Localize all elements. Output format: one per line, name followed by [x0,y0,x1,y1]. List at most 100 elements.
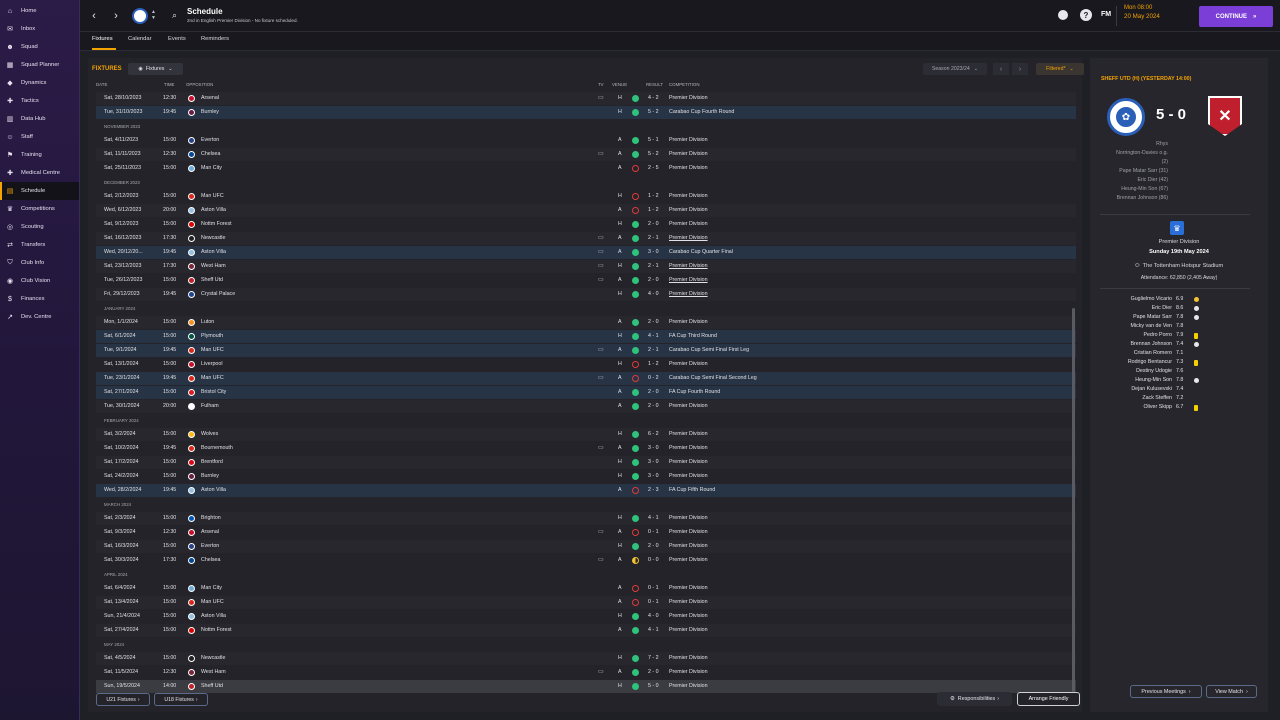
score[interactable]: 0 - 2 [648,375,659,381]
competition-name[interactable]: Carabao Cup Semi Final First Leg [669,347,749,353]
search-icon[interactable]: ⌕ [172,10,177,21]
rating-row[interactable]: Heung-Min Son 7.8 [1090,377,1268,386]
competition-name[interactable]: Carabao Cup Semi Final Second Leg [669,375,757,381]
col-tv[interactable]: TV [598,82,604,87]
score[interactable]: 4 - 2 [648,95,659,101]
table-row[interactable]: Sat, 27/4/2024 15:00 Nottm Forest A 4 - 1 Pre… [96,624,1076,637]
opposition-name[interactable]: Fulham [201,403,219,409]
table-row[interactable]: Sat, 23/12/2023 17:30 West Ham ▭ H 2 - 1 Premi… [96,260,1076,273]
competition-name[interactable]: Premier Division [669,431,708,437]
rating-row[interactable]: Micky van de Ven 7.8 [1090,323,1268,332]
table-row[interactable]: Sat, 11/11/2023 12:30 Chelsea ▭ A 5 - 2 Premie… [96,148,1076,161]
opposition-name[interactable]: Newcastle [201,235,225,241]
table-row[interactable]: Sat, 16/12/2023 17:30 Newcastle ▭ A 2 - 1 Prem… [96,232,1076,245]
table-row[interactable]: Sat, 13/1/2024 15:00 Liverpool H 1 - 2 Premie… [96,358,1076,371]
competition-name[interactable]: Premier Division [669,193,708,199]
club-badge-icon[interactable] [188,669,195,676]
opposition-name[interactable]: Plymouth [201,333,223,339]
opposition-name[interactable]: Chelsea [201,557,220,563]
score[interactable]: 0 - 1 [648,599,659,605]
table-row[interactable]: Sat, 4/5/2024 15:00 Newcastle H 7 - 2 Premier… [96,652,1076,665]
sidebar-item-club-info[interactable]: ⛉ Club Info [0,254,79,272]
responsibilities-button[interactable]: ⚙ Responsibilities › [937,692,1012,706]
table-row[interactable]: Sat, 6/4/2024 15:00 Man City A 0 - 1 Premier … [96,582,1076,595]
rating-row[interactable]: Guglielmo Vicario 6.9 [1090,296,1268,305]
col-opposition[interactable]: OPPOSITION [186,82,213,87]
opposition-name[interactable]: Aston Villa [201,249,226,255]
away-crest-icon[interactable]: ✕ [1208,96,1242,136]
club-badge-icon[interactable] [188,683,195,690]
score[interactable]: 0 - 1 [648,529,659,535]
score[interactable]: 7 - 2 [648,655,659,661]
table-row[interactable]: Wed, 6/12/2023 20:00 Aston Villa A 1 - 2 Prem… [96,204,1076,217]
competition-name[interactable]: Premier Division [669,655,708,661]
club-badge-icon[interactable] [188,193,195,200]
competition-name[interactable]: Premier Division [669,669,708,675]
competition-name[interactable]: Premier Division [669,515,708,521]
score[interactable]: 2 - 1 [648,347,659,353]
competition-name[interactable]: Premier Division [669,683,708,689]
score[interactable]: 3 - 0 [648,445,659,451]
club-switch-chevron-icon[interactable]: ▲ ▼ [151,9,156,21]
score[interactable]: 1 - 2 [648,361,659,367]
sidebar-item-tactics[interactable]: ✚ Tactics [0,92,79,110]
trophy-icon[interactable] [1058,10,1068,20]
score[interactable]: 2 - 5 [648,165,659,171]
table-row[interactable]: Fri, 29/12/2023 19:45 Crystal Palace H 4 - 0… [96,288,1076,301]
u18-fixtures-button[interactable]: U18 Fixtures › [154,693,208,706]
competition-name[interactable]: Premier Division [669,277,708,283]
competition-name[interactable]: Premier Division [669,151,708,157]
opposition-name[interactable]: Man UFC [201,599,224,605]
score[interactable]: 0 - 0 [648,557,659,563]
opposition-name[interactable]: Man UFC [201,375,224,381]
competition-name[interactable]: Premier Division [669,459,708,465]
competition-name[interactable]: Premier Division [669,403,708,409]
score[interactable]: 3 - 0 [648,473,659,479]
club-badge-icon[interactable] [188,249,195,256]
forward-arrow-icon[interactable]: › [108,8,124,24]
opposition-name[interactable]: Everton [201,543,219,549]
rating-row[interactable]: Cristian Romero 7.1 [1090,350,1268,359]
table-row[interactable]: Sat, 30/3/2024 17:30 Chelsea ▭ A 0 - 0 Premier… [96,554,1076,567]
table-row[interactable]: Wed, 20/12/20... 19:45 Aston Villa ▭ A 3 - 0 C… [96,246,1076,259]
score[interactable]: 1 - 2 [648,193,659,199]
competition-name[interactable]: Premier Division [669,165,708,171]
club-badge-icon[interactable] [188,613,195,620]
opposition-name[interactable]: Luton [201,319,214,325]
table-row[interactable]: Sat, 2/3/2024 15:00 Brighton H 4 - 1 Premier … [96,512,1076,525]
table-row[interactable]: Sat, 16/3/2024 15:00 Everton H 2 - 0 Premier … [96,540,1076,553]
competition-name[interactable]: Premier Division [669,473,708,479]
score[interactable]: 2 - 0 [648,277,659,283]
sidebar-item-finances[interactable]: $ Finances [0,290,79,308]
col-venue[interactable]: VENUE [612,82,627,87]
continue-button[interactable]: CONTINUE » [1199,6,1273,27]
sidebar-item-medical-centre[interactable]: ✚ Medical Centre [0,164,79,182]
club-badge-icon[interactable] [188,109,195,116]
rating-row[interactable]: Rodrigo Bentancur 7.3 [1090,359,1268,368]
sidebar-item-staff[interactable]: ☺ Staff [0,128,79,146]
club-badge-icon[interactable] [188,543,195,550]
table-row[interactable]: Sat, 13/4/2024 15:00 Man UFC A 0 - 1 Premier … [96,596,1076,609]
arrange-friendly-button[interactable]: Arrange Friendly [1017,692,1080,706]
opposition-name[interactable]: Nottm Forest [201,221,232,227]
table-row[interactable]: Sat, 9/3/2024 12:30 Arsenal ▭ A 0 - 1 Premier … [96,526,1076,539]
sidebar-item-competitions[interactable]: ♛ Competitions [0,200,79,218]
rating-row[interactable]: Pedro Porro 7.9 [1090,332,1268,341]
table-row[interactable]: Sun, 19/5/2024 14:00 Sheff Utd H 5 - 0 Premie… [96,680,1076,693]
col-date[interactable]: DATE [96,82,107,87]
club-badge-icon[interactable] [188,403,195,410]
competition-name[interactable]: Carabao Cup Fourth Round [669,109,734,115]
competition-name[interactable]: Premier Division [669,291,708,297]
table-row[interactable]: Wed, 28/2/2024 19:45 Aston Villa A 2 - 3 FA C… [96,484,1076,497]
opposition-name[interactable]: Wolves [201,431,218,437]
table-row[interactable]: Sat, 24/2/2024 15:00 Burnley H 3 - 0 Premier … [96,470,1076,483]
rating-row[interactable]: Destiny Udogie 7.6 [1090,368,1268,377]
score[interactable]: 4 - 1 [648,627,659,633]
tab-reminders[interactable]: Reminders [201,36,229,42]
table-row[interactable]: Sat, 9/12/2023 15:00 Nottm Forest H 2 - 0 Pre… [96,218,1076,231]
table-row[interactable]: Sun, 21/4/2024 15:00 Aston Villa H 4 - 0 Prem… [96,610,1076,623]
competition-name[interactable]: Premier Division [669,627,708,633]
sidebar-item-home[interactable]: ⌂ Home [0,2,79,20]
opposition-name[interactable]: Man City [201,585,222,591]
sidebar-item-dynamics[interactable]: ◆ Dynamics [0,74,79,92]
